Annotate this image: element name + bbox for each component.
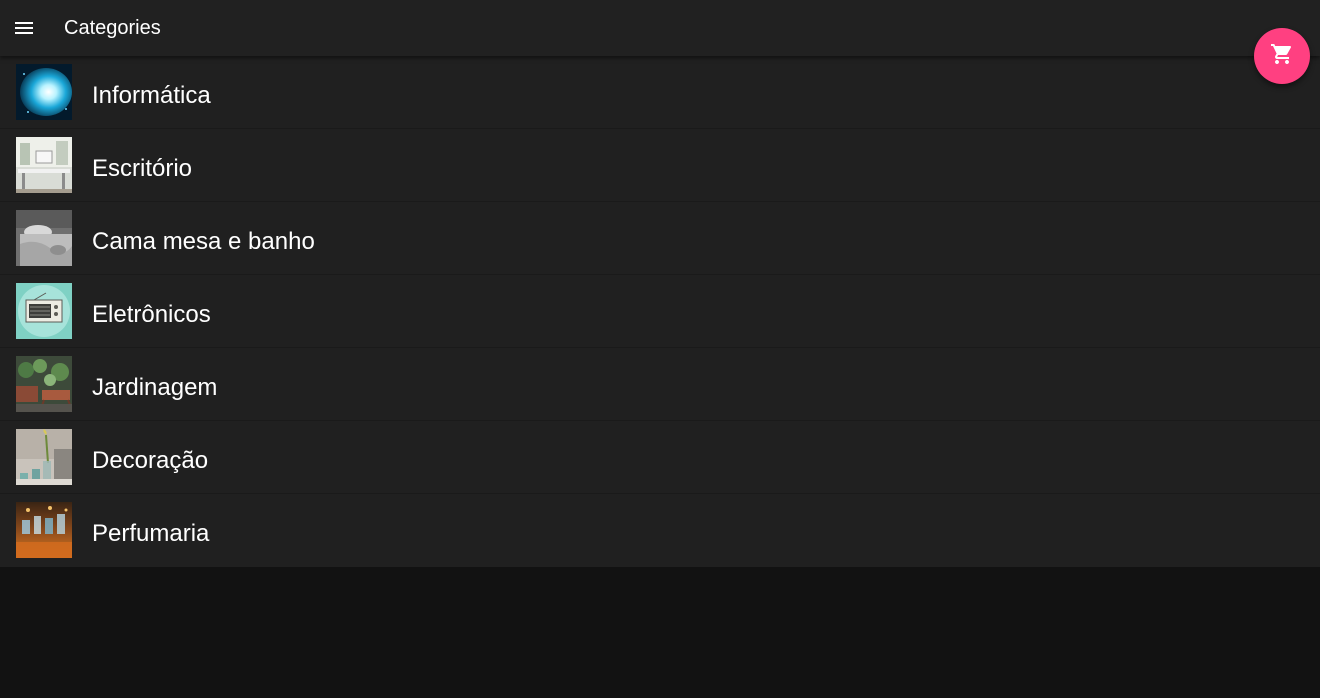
- category-item-escritorio[interactable]: Escritório: [0, 129, 1320, 202]
- category-label: Decoração: [92, 447, 209, 474]
- informatica-thumbnail: [16, 64, 72, 120]
- cart-button[interactable]: [1254, 28, 1310, 84]
- category-item-cama-mesa-banho[interactable]: Cama mesa e banho: [0, 202, 1320, 275]
- perfumaria-thumbnail: [16, 502, 72, 558]
- category-label: Jardinagem: [92, 374, 218, 401]
- category-label: Cama mesa e banho: [92, 228, 315, 255]
- category-label: Escritório: [92, 155, 193, 182]
- category-item-decoracao[interactable]: Decoração: [0, 421, 1320, 494]
- category-item-perfumaria[interactable]: Perfumaria: [0, 494, 1320, 567]
- cama-mesa-banho-thumbnail: [16, 210, 72, 266]
- page-title: Categories: [64, 17, 161, 39]
- top-app-bar: Categories: [0, 0, 1320, 56]
- category-item-eletronicos[interactable]: Eletrônicos: [0, 275, 1320, 348]
- category-label: Informática: [92, 82, 211, 109]
- category-label: Eletrônicos: [92, 301, 211, 328]
- menu-icon: [12, 16, 36, 40]
- jardinagem-thumbnail: [16, 356, 72, 412]
- eletronicos-thumbnail: [16, 283, 72, 339]
- escritorio-thumbnail: [16, 137, 72, 193]
- category-item-informatica[interactable]: Informática: [0, 56, 1320, 129]
- menu-button[interactable]: [8, 12, 40, 44]
- decoracao-thumbnail: [16, 429, 72, 485]
- category-label: Perfumaria: [92, 520, 210, 547]
- category-item-jardinagem[interactable]: Jardinagem: [0, 348, 1320, 421]
- cart-icon: [1270, 42, 1294, 71]
- category-list: Informática Escritório Cama mesa e banho…: [0, 56, 1320, 567]
- app-root: Categories Informática Escritório Cama m…: [0, 0, 1320, 698]
